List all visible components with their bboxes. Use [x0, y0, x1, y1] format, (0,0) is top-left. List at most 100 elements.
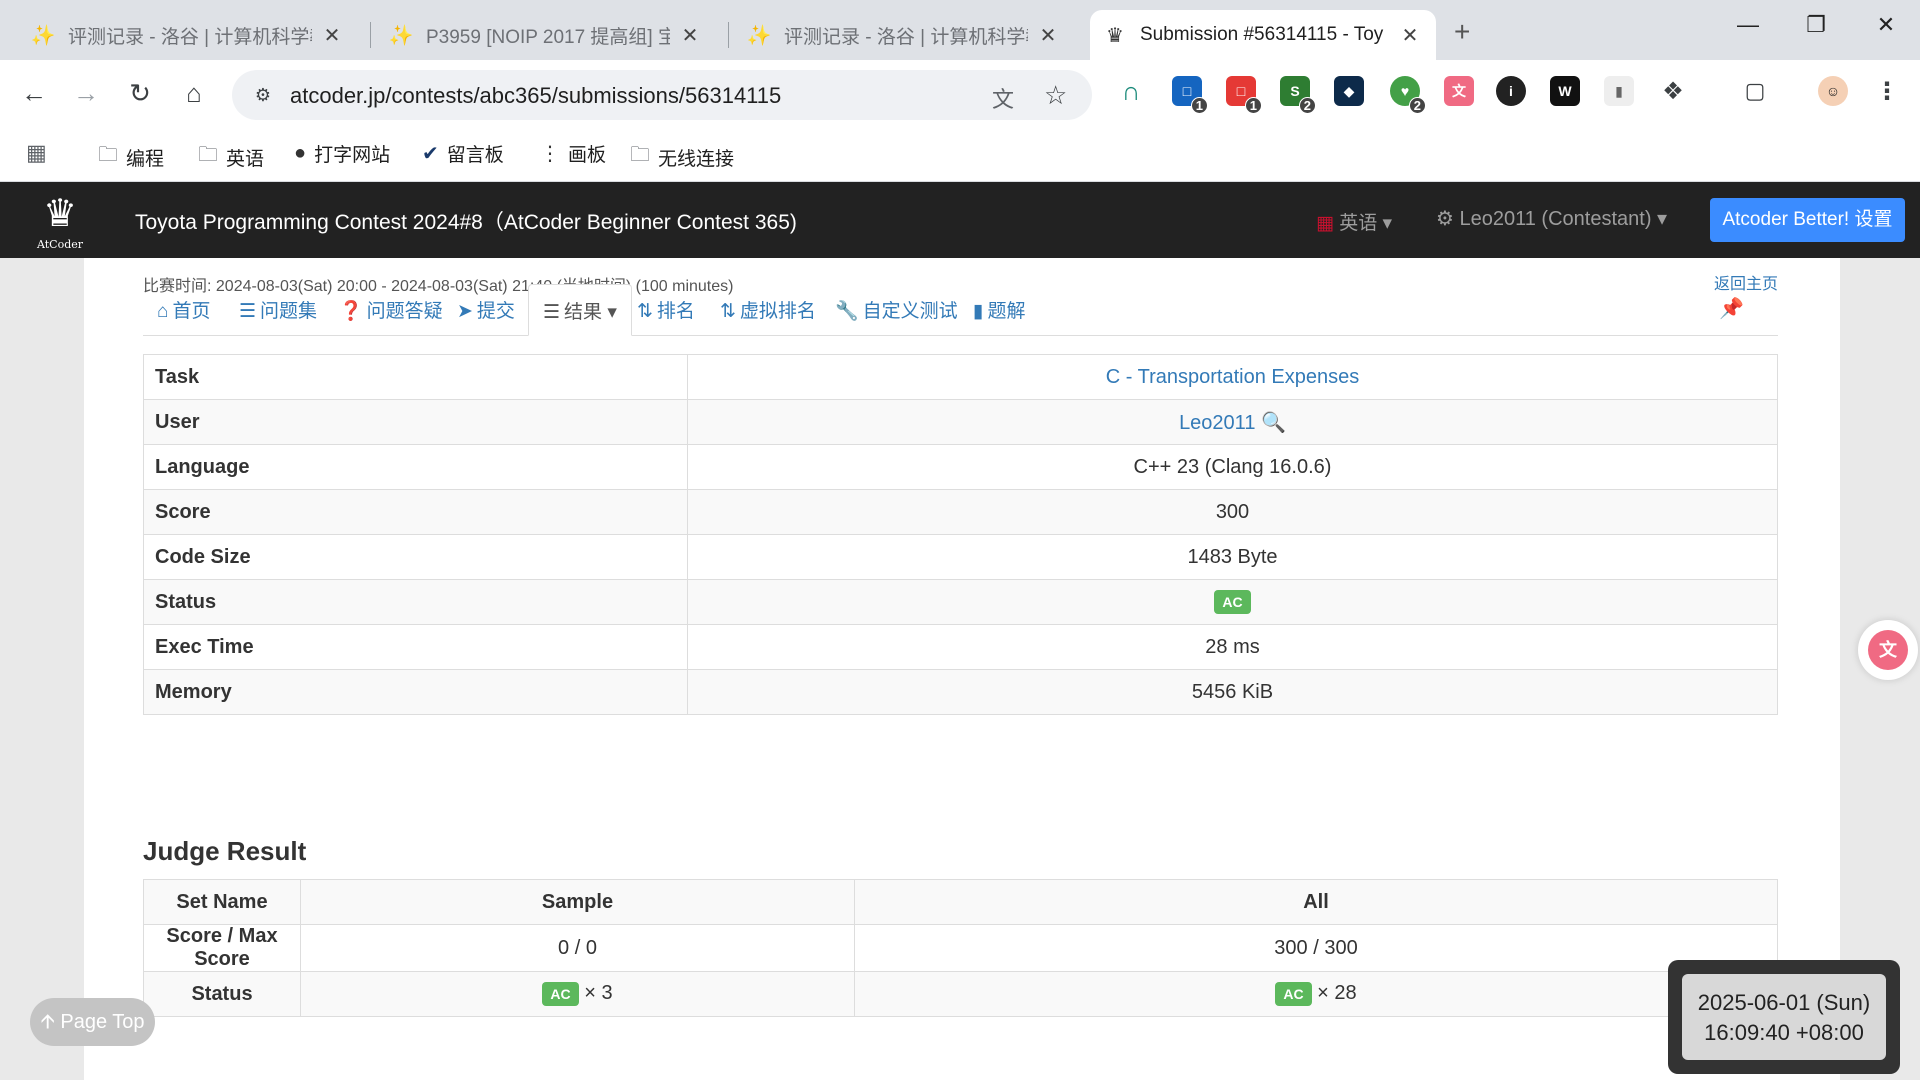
main-content: 比赛时间: 2024-08-03(Sat) 20:00 - 2024-08-03…	[84, 258, 1840, 1080]
bookmark-folder[interactable]: 🗀 无线连接	[630, 140, 734, 174]
close-icon[interactable]: ✕	[1398, 23, 1422, 48]
url-text[interactable]: atcoder.jp/contests/abc365/submissions/5…	[290, 83, 781, 109]
bookmark-link[interactable]: ✔ 留言板	[422, 140, 504, 167]
extension-icon[interactable]: W	[1550, 76, 1580, 106]
row-value: 300	[687, 489, 1778, 535]
bookmark-link[interactable]: ⋮ 画板	[540, 140, 606, 167]
page-top-button[interactable]: 🡩 Page Top	[30, 998, 155, 1046]
drawing-board-icon: ⋮	[540, 143, 560, 165]
folder-icon: 🗀	[630, 144, 650, 166]
bookmark-folder[interactable]: 🗀 英语	[198, 140, 264, 174]
translate-icon: 文	[1868, 630, 1908, 670]
list-icon: ☰	[239, 301, 257, 322]
address-bar[interactable]: ⚙ atcoder.jp/contests/abc365/submissions…	[232, 70, 1092, 120]
bookmark-star-icon[interactable]: ☆	[1044, 80, 1067, 111]
send-icon: ➤	[457, 301, 473, 322]
minimize-icon[interactable]: —	[1728, 12, 1768, 38]
browser-tab[interactable]: ✨ 评测记录 - 洛谷 | 计算机科学教 ✕	[18, 10, 358, 60]
row-key: Status	[143, 971, 301, 1017]
atcoder-better-button[interactable]: Atcoder Better! 设置	[1710, 198, 1905, 242]
user-menu[interactable]: ⚙ Leo2011 (Contestant) ▾	[1436, 206, 1667, 231]
contest-title[interactable]: Toyota Programming Contest 2024#8（AtCode…	[135, 206, 797, 236]
column-header: Set Name	[143, 879, 301, 925]
row-value: 5456 KiB	[687, 669, 1778, 715]
tab-submit[interactable]: ➤ 提交	[457, 296, 515, 323]
pin-icon[interactable]: 📌	[1719, 296, 1744, 321]
table-row: Code Size 1483 Byte	[143, 534, 1778, 580]
apps-grid-icon[interactable]: ▦	[26, 140, 55, 166]
browser-toolbar: ← → ↻ ⌂ ⚙ atcoder.jp/contests/abc365/sub…	[0, 60, 1920, 130]
tab-home[interactable]: ⌂ 首页	[157, 296, 211, 323]
extension-icon[interactable]: S2	[1280, 76, 1316, 114]
row-key: Code Size	[143, 534, 688, 580]
extension-icon[interactable]: □ 1	[1172, 76, 1208, 114]
table-row: Task C - Transportation Expenses	[143, 354, 1778, 400]
table-row: Score / Max Score 0 / 0 300 / 300	[143, 924, 1778, 972]
translate-icon[interactable]: 文	[992, 82, 1014, 114]
restore-icon[interactable]: ❐	[1796, 12, 1836, 38]
table-header-row: Set Name Sample All	[143, 879, 1778, 925]
table-row: Language C++ 23 (Clang 16.0.6)	[143, 444, 1778, 490]
row-key: Score / Max Score	[143, 924, 301, 972]
task-link[interactable]: C - Transportation Expenses	[1106, 366, 1359, 388]
browser-tab[interactable]: ✨ 评测记录 - 洛谷 | 计算机科学教 ✕	[734, 10, 1074, 60]
close-icon[interactable]: ✕	[678, 23, 702, 48]
close-icon[interactable]: ✕	[320, 23, 344, 48]
tab-virtual-standings[interactable]: ⇅ 虚拟排名	[720, 296, 816, 323]
user-link[interactable]: Leo2011	[1179, 412, 1255, 434]
tab-search-icon[interactable]: ▢	[1740, 76, 1770, 106]
home-icon[interactable]: ⌂	[176, 78, 212, 109]
tab-custom-test[interactable]: 🔧 自定义测试	[835, 296, 958, 323]
bookmark-folder[interactable]: 🗀 编程	[98, 140, 164, 174]
judge-result-table: Set Name Sample All Score / Max Score 0 …	[143, 879, 1778, 1017]
floating-translate-button[interactable]: 文	[1858, 620, 1918, 680]
extension-icon[interactable]: ♥ 2	[1390, 76, 1426, 114]
extension-chart-icon[interactable]: ▮	[1604, 76, 1634, 106]
tab-title: P3959 [NOIP 2017 提高组] 宝	[426, 26, 670, 48]
judge-result-title: Judge Result	[143, 836, 307, 866]
column-header: All	[854, 879, 1778, 925]
extension-icon[interactable]: ◆	[1334, 76, 1364, 106]
close-icon[interactable]: ✕	[1036, 23, 1060, 48]
extension-arc-icon[interactable]: ∩	[1116, 76, 1146, 106]
tab-separator	[728, 22, 729, 48]
extension-icon[interactable]: i	[1496, 76, 1526, 106]
translate-extension-icon[interactable]: 文	[1444, 76, 1474, 106]
tab-editorial[interactable]: ▮ 题解	[973, 296, 1025, 323]
table-row: Status AC × 3 AC × 28	[143, 971, 1778, 1017]
browser-tab[interactable]: ✨ P3959 [NOIP 2017 提高组] 宝 ✕	[376, 10, 716, 60]
site-info-icon[interactable]: ⚙	[248, 80, 278, 110]
row-key: Exec Time	[143, 624, 688, 670]
tab-results[interactable]: ☰ 结果 ▾	[528, 284, 632, 336]
row-value: C - Transportation Expenses	[687, 354, 1778, 400]
status-badge: AC	[1214, 590, 1251, 614]
web-page: ♛ AtCoder Toyota Programming Contest 202…	[0, 182, 1920, 1080]
back-icon[interactable]: ←	[16, 78, 52, 109]
atcoder-logo[interactable]: ♛ AtCoder	[18, 188, 102, 254]
message-board-icon: ✔	[422, 143, 439, 165]
bookmark-link[interactable]: ● 打字网站	[294, 140, 390, 167]
luogu-icon: ✨	[746, 24, 772, 47]
reload-icon[interactable]: ↻	[122, 78, 158, 109]
menu-kebab-icon[interactable]: ⋮	[1872, 76, 1902, 106]
new-tab-button[interactable]: +	[1454, 16, 1470, 48]
book-icon: ▮	[973, 301, 984, 322]
extension-icon[interactable]: □ 1	[1226, 76, 1262, 114]
language-menu[interactable]: ▦ 英语 ▾	[1316, 208, 1392, 235]
typing-site-icon: ●	[294, 142, 307, 164]
tab-tasks[interactable]: ☰ 问题集	[239, 296, 317, 323]
extensions-puzzle-icon[interactable]: ❖	[1658, 76, 1688, 106]
tab-separator	[370, 22, 371, 48]
uk-flag-icon: ▦	[1316, 213, 1334, 234]
row-key: Status	[143, 579, 688, 625]
tab-title: Submission #56314115 - Toy	[1140, 24, 1384, 45]
search-icon[interactable]: 🔍	[1261, 412, 1286, 434]
browser-tab-active[interactable]: ♛ Submission #56314115 - Toy ✕	[1090, 10, 1436, 60]
tab-clarifications[interactable]: ❓ 问题答疑	[339, 296, 443, 323]
tab-standings[interactable]: ⇅ 排名	[637, 296, 695, 323]
row-value: C++ 23 (Clang 16.0.6)	[687, 444, 1778, 490]
profile-avatar[interactable]: ☺	[1818, 76, 1848, 106]
tab-title: 评测记录 - 洛谷 | 计算机科学教	[68, 26, 312, 48]
forward-icon[interactable]: →	[68, 78, 104, 109]
window-close-icon[interactable]: ✕	[1866, 12, 1906, 38]
